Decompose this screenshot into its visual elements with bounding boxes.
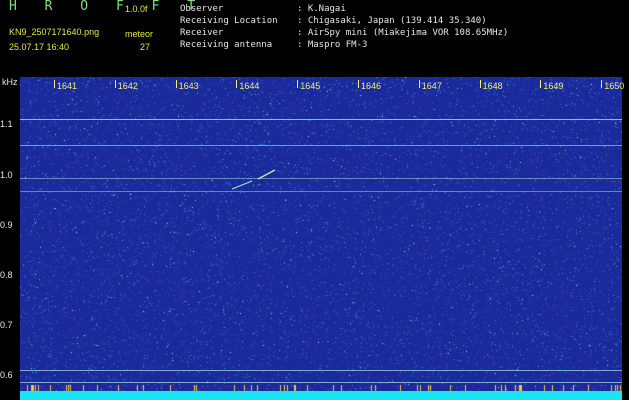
x-tick-label: 1641 [57, 81, 78, 91]
x-tick-mark [358, 80, 359, 88]
location-value: : Chigasaki, Japan (139.414 35.340) [297, 16, 487, 26]
x-tick-mark [175, 80, 177, 88]
x-tick-label: 1649 [543, 81, 564, 91]
y-tick-label: 0.7 [0, 320, 13, 330]
app-title: H R O F F T [9, 0, 206, 14]
y-tick-label: 1.0 [0, 170, 13, 180]
observer-value: : K.Nagai [297, 4, 346, 14]
header: H R O F F T 1.0.0f KN9_2507171640.png me… [0, 0, 629, 74]
x-tick-label: 1644 [239, 81, 260, 91]
timestamp: 25.07.17 16:40 [9, 42, 70, 52]
x-tick-label: 1643 [178, 81, 199, 91]
y-unit-label: kHz [2, 77, 18, 87]
spectrogram-plot [20, 77, 622, 400]
y-tick-label: 0.6 [0, 370, 13, 380]
y-tick-label: 1.1 [0, 119, 13, 129]
x-tick-mark [601, 80, 603, 88]
x-tick-label: 1650 [604, 81, 625, 91]
x-tick-label: 1648 [482, 81, 503, 91]
x-tick-mark [114, 80, 116, 88]
receiver-value: : AirSpy mini (Miakejima VOR 108.65MHz) [297, 28, 509, 38]
x-tick-mark [479, 80, 481, 88]
meteor-trace [231, 169, 276, 190]
x-tick-label: 1647 [421, 81, 442, 91]
antenna-value: : Maspro FM-3 [297, 40, 368, 50]
y-tick-label: 0.9 [0, 220, 13, 230]
x-tick-mark [54, 80, 55, 88]
location-key: Receiving Location [180, 16, 278, 26]
antenna-key: Receiving antenna [180, 40, 273, 50]
baseband-strip [20, 391, 622, 400]
x-tick-label: 1646 [361, 81, 382, 91]
y-tick-label: 0.8 [0, 270, 13, 280]
app-version: 1.0.0f [125, 4, 148, 14]
x-tick-mark [297, 80, 299, 88]
meteor-count: 27 [140, 42, 151, 52]
meteor-label: meteor [125, 29, 154, 39]
x-tick-mark [236, 80, 238, 88]
image-filename: KN9_2507171640.png [9, 27, 100, 37]
x-tick-label: 1645 [300, 81, 321, 91]
x-tick-mark [418, 80, 420, 88]
x-tick-label: 1642 [117, 81, 138, 91]
x-tick-mark [540, 80, 542, 88]
receiver-key: Receiver [180, 28, 224, 38]
observer-key: Observer [180, 4, 224, 14]
